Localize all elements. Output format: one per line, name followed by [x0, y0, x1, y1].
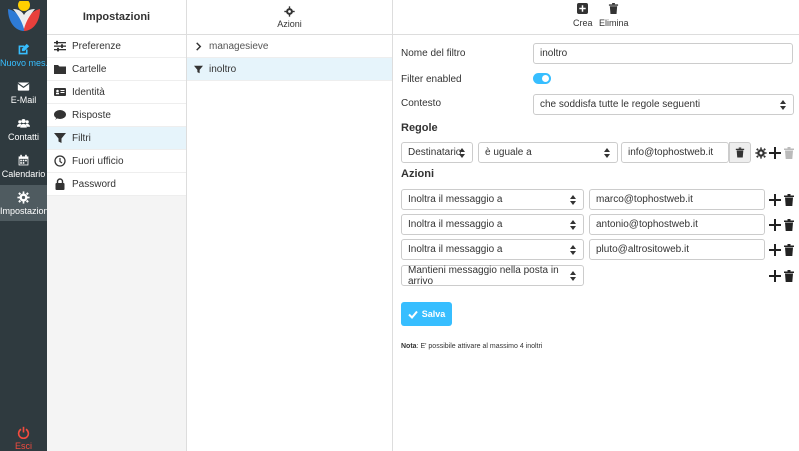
power-icon: [17, 426, 30, 439]
nav-settings-label: Impostazioni: [0, 205, 47, 216]
lock-icon: [55, 178, 65, 190]
settings-item-label: Filtri: [72, 132, 91, 144]
comment-icon: [54, 110, 66, 120]
main-nav: Nuovo mes... E-Mail Contatti Calendario …: [0, 0, 47, 451]
action-target-input[interactable]: antonio@tophostweb.it: [589, 214, 765, 235]
action-type-select[interactable]: Inoltra il messaggio a: [401, 214, 584, 235]
rule-header-select[interactable]: Destinatario: [401, 142, 473, 163]
settings-item-password[interactable]: Password: [47, 173, 186, 196]
action-type-select[interactable]: Mantieni messaggio nella posta in arrivo: [401, 265, 584, 287]
settings-item-identities[interactable]: Identità: [47, 81, 186, 104]
settings-item-folders[interactable]: Cartelle: [47, 58, 186, 81]
nav-mail[interactable]: E-Mail: [0, 74, 47, 110]
check-icon: [408, 310, 418, 319]
create-label: Crea: [573, 18, 593, 28]
delete-label: Elimina: [599, 18, 629, 28]
filter-name-label: Nome del filtro: [401, 48, 466, 59]
settings-item-label: Password: [72, 178, 116, 190]
filter-editor: Crea Elimina Nome del filtro inoltro Fil…: [393, 0, 799, 451]
rule-add-icon[interactable]: [769, 147, 781, 159]
nav-compose[interactable]: Nuovo mes...: [0, 37, 47, 73]
settings-item-responses[interactable]: Risposte: [47, 104, 186, 127]
filter-list-column: Azioni managesieve inoltro: [187, 0, 393, 451]
filter-set-row[interactable]: managesieve: [187, 35, 392, 58]
action-add-icon[interactable]: [769, 219, 781, 231]
settings-item-label: Preferenze: [72, 40, 121, 52]
nav-settings[interactable]: Impostazioni: [0, 185, 47, 221]
filter-enabled-toggle[interactable]: [533, 73, 551, 84]
rule-clear-button[interactable]: [729, 142, 751, 163]
calendar-icon: [18, 154, 29, 165]
folder-icon: [54, 65, 66, 74]
gear-icon: [284, 5, 295, 17]
filter-name-input[interactable]: inoltro: [533, 43, 793, 64]
settings-item-label: Risposte: [72, 109, 111, 121]
note-label: Nota: [401, 343, 417, 350]
action-remove-icon[interactable]: [783, 244, 795, 256]
nav-logout[interactable]: Esci: [0, 420, 47, 451]
delete-button[interactable]: Elimina: [599, 3, 629, 28]
nav-contacts[interactable]: Contatti: [0, 111, 47, 147]
filter-enabled-label: Filter enabled: [401, 74, 462, 85]
rule-remove-icon[interactable]: [783, 147, 795, 159]
action-remove-icon[interactable]: [783, 219, 795, 231]
settings-item-vacation[interactable]: Fuori ufficio: [47, 150, 186, 173]
rules-heading: Regole: [401, 122, 438, 134]
filter-name: inoltro: [209, 63, 237, 75]
action-remove-icon[interactable]: [783, 194, 795, 206]
envelope-icon: [17, 81, 30, 91]
app-logo: [8, 1, 40, 31]
note-text: Nota: E' possibile attivare al massimo 4…: [401, 343, 542, 350]
chevron-right-icon: [196, 41, 202, 51]
settings-item-label: Cartelle: [72, 63, 107, 75]
action-target-input[interactable]: marco@tophostweb.it: [589, 189, 765, 210]
nav-logout-label: Esci: [14, 440, 32, 451]
rule-operator-select[interactable]: è uguale a: [478, 142, 618, 163]
note-body: : E' possibile attivare al massimo 4 ino…: [416, 343, 543, 350]
action-target-input[interactable]: pluto@altrositoweb.it: [589, 239, 765, 260]
context-label: Contesto: [401, 98, 442, 109]
rule-advanced-gear-icon[interactable]: [755, 147, 767, 159]
sliders-icon: [54, 40, 66, 52]
settings-item-filters[interactable]: Filtri: [47, 127, 186, 150]
settings-column: Impostazioni Preferenze Cartelle Identit…: [47, 0, 187, 451]
save-label: Salva: [421, 309, 446, 319]
nav-compose-label: Nuovo mes...: [0, 57, 47, 68]
settings-title: Impostazioni: [47, 0, 186, 35]
id-card-icon: [54, 88, 66, 96]
editor-toolbar: Crea Elimina: [393, 0, 799, 35]
nav-mail-label: E-Mail: [10, 94, 37, 105]
plus-square-icon: [577, 3, 589, 14]
users-icon: [17, 118, 30, 128]
trash-icon: [735, 147, 745, 158]
actions-heading: Azioni: [401, 168, 434, 180]
nav-calendar-label: Calendario: [1, 168, 46, 179]
action-add-icon[interactable]: [769, 194, 781, 206]
context-select[interactable]: che soddisfa tutte le regole seguenti: [533, 94, 794, 115]
action-type-select[interactable]: Inoltra il messaggio a: [401, 239, 584, 260]
filter-actions-label: Azioni: [277, 18, 302, 29]
filter-icon: [194, 65, 203, 73]
nav-contacts-label: Contatti: [7, 131, 40, 142]
filter-set-name: managesieve: [209, 40, 269, 52]
trash-icon: [609, 3, 619, 14]
gear-icon: [17, 190, 30, 204]
clock-icon: [54, 155, 66, 167]
create-button[interactable]: Crea: [573, 3, 593, 28]
filter-icon: [54, 133, 66, 143]
action-remove-icon[interactable]: [783, 270, 795, 282]
action-type-select[interactable]: Inoltra il messaggio a: [401, 189, 584, 210]
settings-list: Preferenze Cartelle Identità Risposte Fi…: [47, 35, 186, 196]
action-add-icon[interactable]: [769, 270, 781, 282]
filter-actions-menu[interactable]: Azioni: [187, 0, 392, 35]
save-button[interactable]: Salva: [401, 302, 452, 326]
compose-icon: [18, 43, 30, 54]
nav-calendar[interactable]: Calendario: [0, 148, 47, 184]
settings-item-preferences[interactable]: Preferenze: [47, 35, 186, 58]
settings-item-label: Identità: [72, 86, 105, 98]
action-add-icon[interactable]: [769, 244, 781, 256]
settings-item-label: Fuori ufficio: [72, 155, 124, 167]
rule-value-input[interactable]: info@tophostweb.it: [621, 142, 729, 163]
filter-row[interactable]: inoltro: [187, 58, 392, 81]
